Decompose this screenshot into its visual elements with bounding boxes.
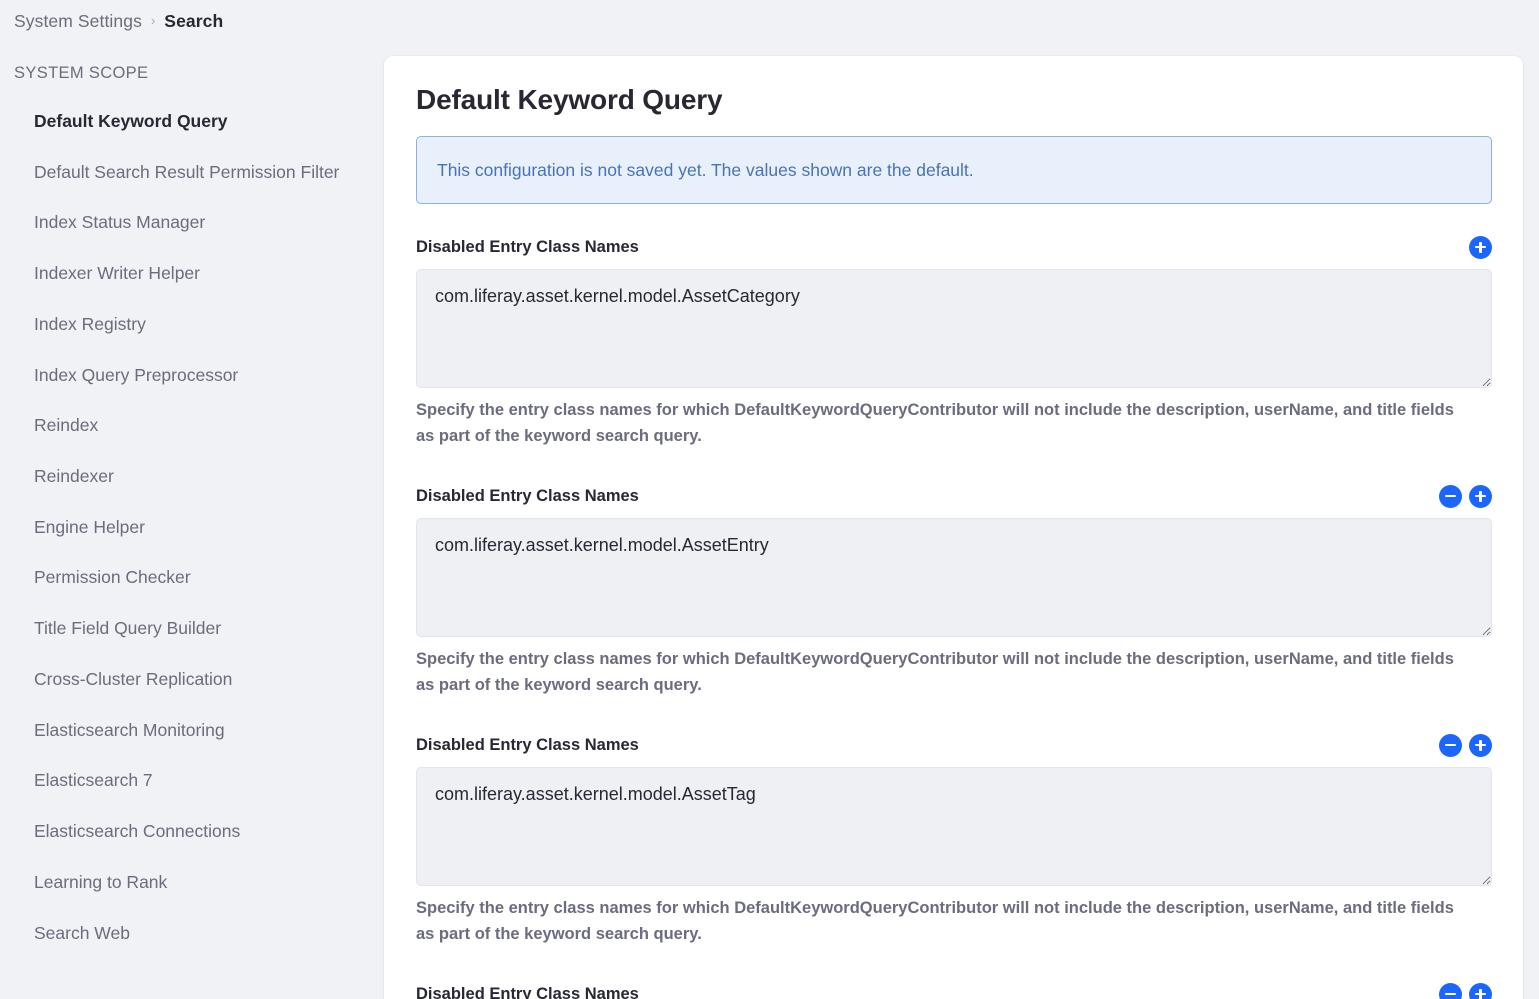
sidebar-heading: SYSTEM SCOPE — [14, 64, 149, 82]
sidebar-item-label: Index Query Preprocessor — [34, 364, 239, 385]
field-group: Disabled Entry Class Names Specify the en… — [416, 483, 1492, 698]
field-header: Disabled Entry Class Names — [416, 981, 1492, 999]
field-actions — [1439, 733, 1492, 757]
settings-panel: Default Keyword Query This configuration… — [384, 56, 1523, 999]
sidebar-item-label: Indexer Writer Helper — [34, 263, 200, 284]
sidebar-item-elasticsearch-connections[interactable]: Elasticsearch Connections — [0, 819, 384, 845]
sidebar-item-label: Default Search Result Permission Filter — [34, 161, 340, 182]
sidebar-item-label: Reindexer — [34, 466, 114, 487]
sidebar-item-label: Elasticsearch 7 — [34, 770, 153, 791]
breadcrumb-separator-icon: › — [150, 12, 156, 28]
remove-field-button[interactable] — [1439, 484, 1462, 508]
field-actions — [1469, 235, 1492, 259]
sidebar-item-elasticsearch-monitoring[interactable]: Elasticsearch Monitoring — [0, 718, 384, 744]
field-help-text: Specify the entry class names for which … — [416, 401, 1454, 445]
alert-message: This configuration is not saved yet. The… — [437, 159, 974, 180]
sidebar: SYSTEM SCOPE Default Keyword Query Defaul… — [0, 42, 384, 999]
breadcrumb-item-search: Search — [164, 10, 224, 31]
field-label: Disabled Entry Class Names — [416, 237, 639, 256]
sidebar-item-engine-helper[interactable]: Engine Helper — [0, 515, 384, 541]
field-help-text: Specify the entry class names for which … — [416, 899, 1454, 943]
breadcrumb-item-system-settings[interactable]: System Settings — [14, 11, 142, 32]
sidebar-item-title-field-query-builder[interactable]: Title Field Query Builder — [0, 616, 384, 642]
sidebar-item-label: Default Keyword Query — [34, 111, 228, 131]
sidebar-item-label: Elasticsearch Connections — [34, 821, 241, 842]
sidebar-item-index-registry[interactable]: Index Registry — [0, 312, 384, 338]
sidebar-item-index-status-manager[interactable]: Index Status Manager — [0, 210, 384, 236]
sidebar-item-label: Learning to Rank — [34, 871, 168, 892]
sidebar-item-label: Index Registry — [34, 313, 146, 334]
field-group: Disabled Entry Class Names Specify the en… — [416, 732, 1492, 947]
field-header: Disabled Entry Class Names — [416, 732, 1492, 758]
field-actions — [1439, 484, 1492, 508]
field-label: Disabled Entry Class Names — [416, 735, 639, 754]
sidebar-item-index-query-preprocessor[interactable]: Index Query Preprocessor — [0, 363, 384, 389]
sidebar-item-label: Reindex — [34, 415, 99, 436]
field-actions — [1439, 982, 1492, 999]
field-label: Disabled Entry Class Names — [416, 984, 639, 999]
sidebar-item-reindexer[interactable]: Reindexer — [0, 464, 384, 490]
sidebar-item-default-keyword-query[interactable]: Default Keyword Query — [0, 109, 384, 135]
add-field-button[interactable] — [1469, 235, 1492, 259]
sidebar-item-elasticsearch-7[interactable]: Elasticsearch 7 — [0, 768, 384, 794]
field-group: Disabled Entry Class Names Specify the en… — [416, 234, 1492, 449]
sidebar-item-reindex[interactable]: Reindex — [0, 413, 384, 439]
sidebar-item-label: Permission Checker — [34, 567, 191, 588]
add-field-button[interactable] — [1469, 484, 1492, 508]
field-label: Disabled Entry Class Names — [416, 486, 639, 505]
sidebar-item-learning-to-rank[interactable]: Learning to Rank — [0, 870, 384, 896]
page-body: SYSTEM SCOPE Default Keyword Query Defaul… — [0, 42, 1539, 999]
sidebar-nav-list: Default Keyword Query Default Search Resu… — [0, 109, 384, 946]
sidebar-item-label: Elasticsearch Monitoring — [34, 719, 225, 740]
field-help-text: Specify the entry class names for which … — [416, 650, 1454, 694]
field-header: Disabled Entry Class Names — [416, 234, 1492, 260]
page-title: Default Keyword Query — [416, 84, 723, 115]
add-field-button[interactable] — [1469, 733, 1492, 757]
unsaved-configuration-alert: This configuration is not saved yet. The… — [416, 136, 1492, 204]
sidebar-item-label: Index Status Manager — [34, 212, 206, 233]
field-group-list: Disabled Entry Class Names Specify the en… — [416, 234, 1492, 999]
disabled-entry-class-names-input[interactable] — [416, 269, 1492, 388]
sidebar-item-indexer-writer-helper[interactable]: Indexer Writer Helper — [0, 261, 384, 287]
sidebar-item-cross-cluster-replication[interactable]: Cross-Cluster Replication — [0, 667, 384, 693]
disabled-entry-class-names-input[interactable] — [416, 518, 1492, 638]
sidebar-item-search-web[interactable]: Search Web — [0, 921, 384, 947]
sidebar-item-label: Title Field Query Builder — [34, 618, 222, 639]
remove-field-button[interactable] — [1439, 733, 1462, 757]
sidebar-item-default-search-result-permission-filter[interactable]: Default Search Result Permission Filter — [0, 160, 384, 186]
sidebar-item-label: Engine Helper — [34, 516, 145, 537]
field-group: Disabled Entry Class Names — [416, 981, 1492, 999]
sidebar-item-label: Search Web — [34, 922, 130, 943]
disabled-entry-class-names-input[interactable] — [416, 767, 1492, 887]
breadcrumb: System Settings › Search — [0, 0, 1539, 42]
remove-field-button[interactable] — [1439, 982, 1462, 999]
field-header: Disabled Entry Class Names — [416, 483, 1492, 509]
add-field-button[interactable] — [1469, 982, 1492, 999]
sidebar-item-label: Cross-Cluster Replication — [34, 668, 233, 689]
sidebar-item-permission-checker[interactable]: Permission Checker — [0, 565, 384, 591]
